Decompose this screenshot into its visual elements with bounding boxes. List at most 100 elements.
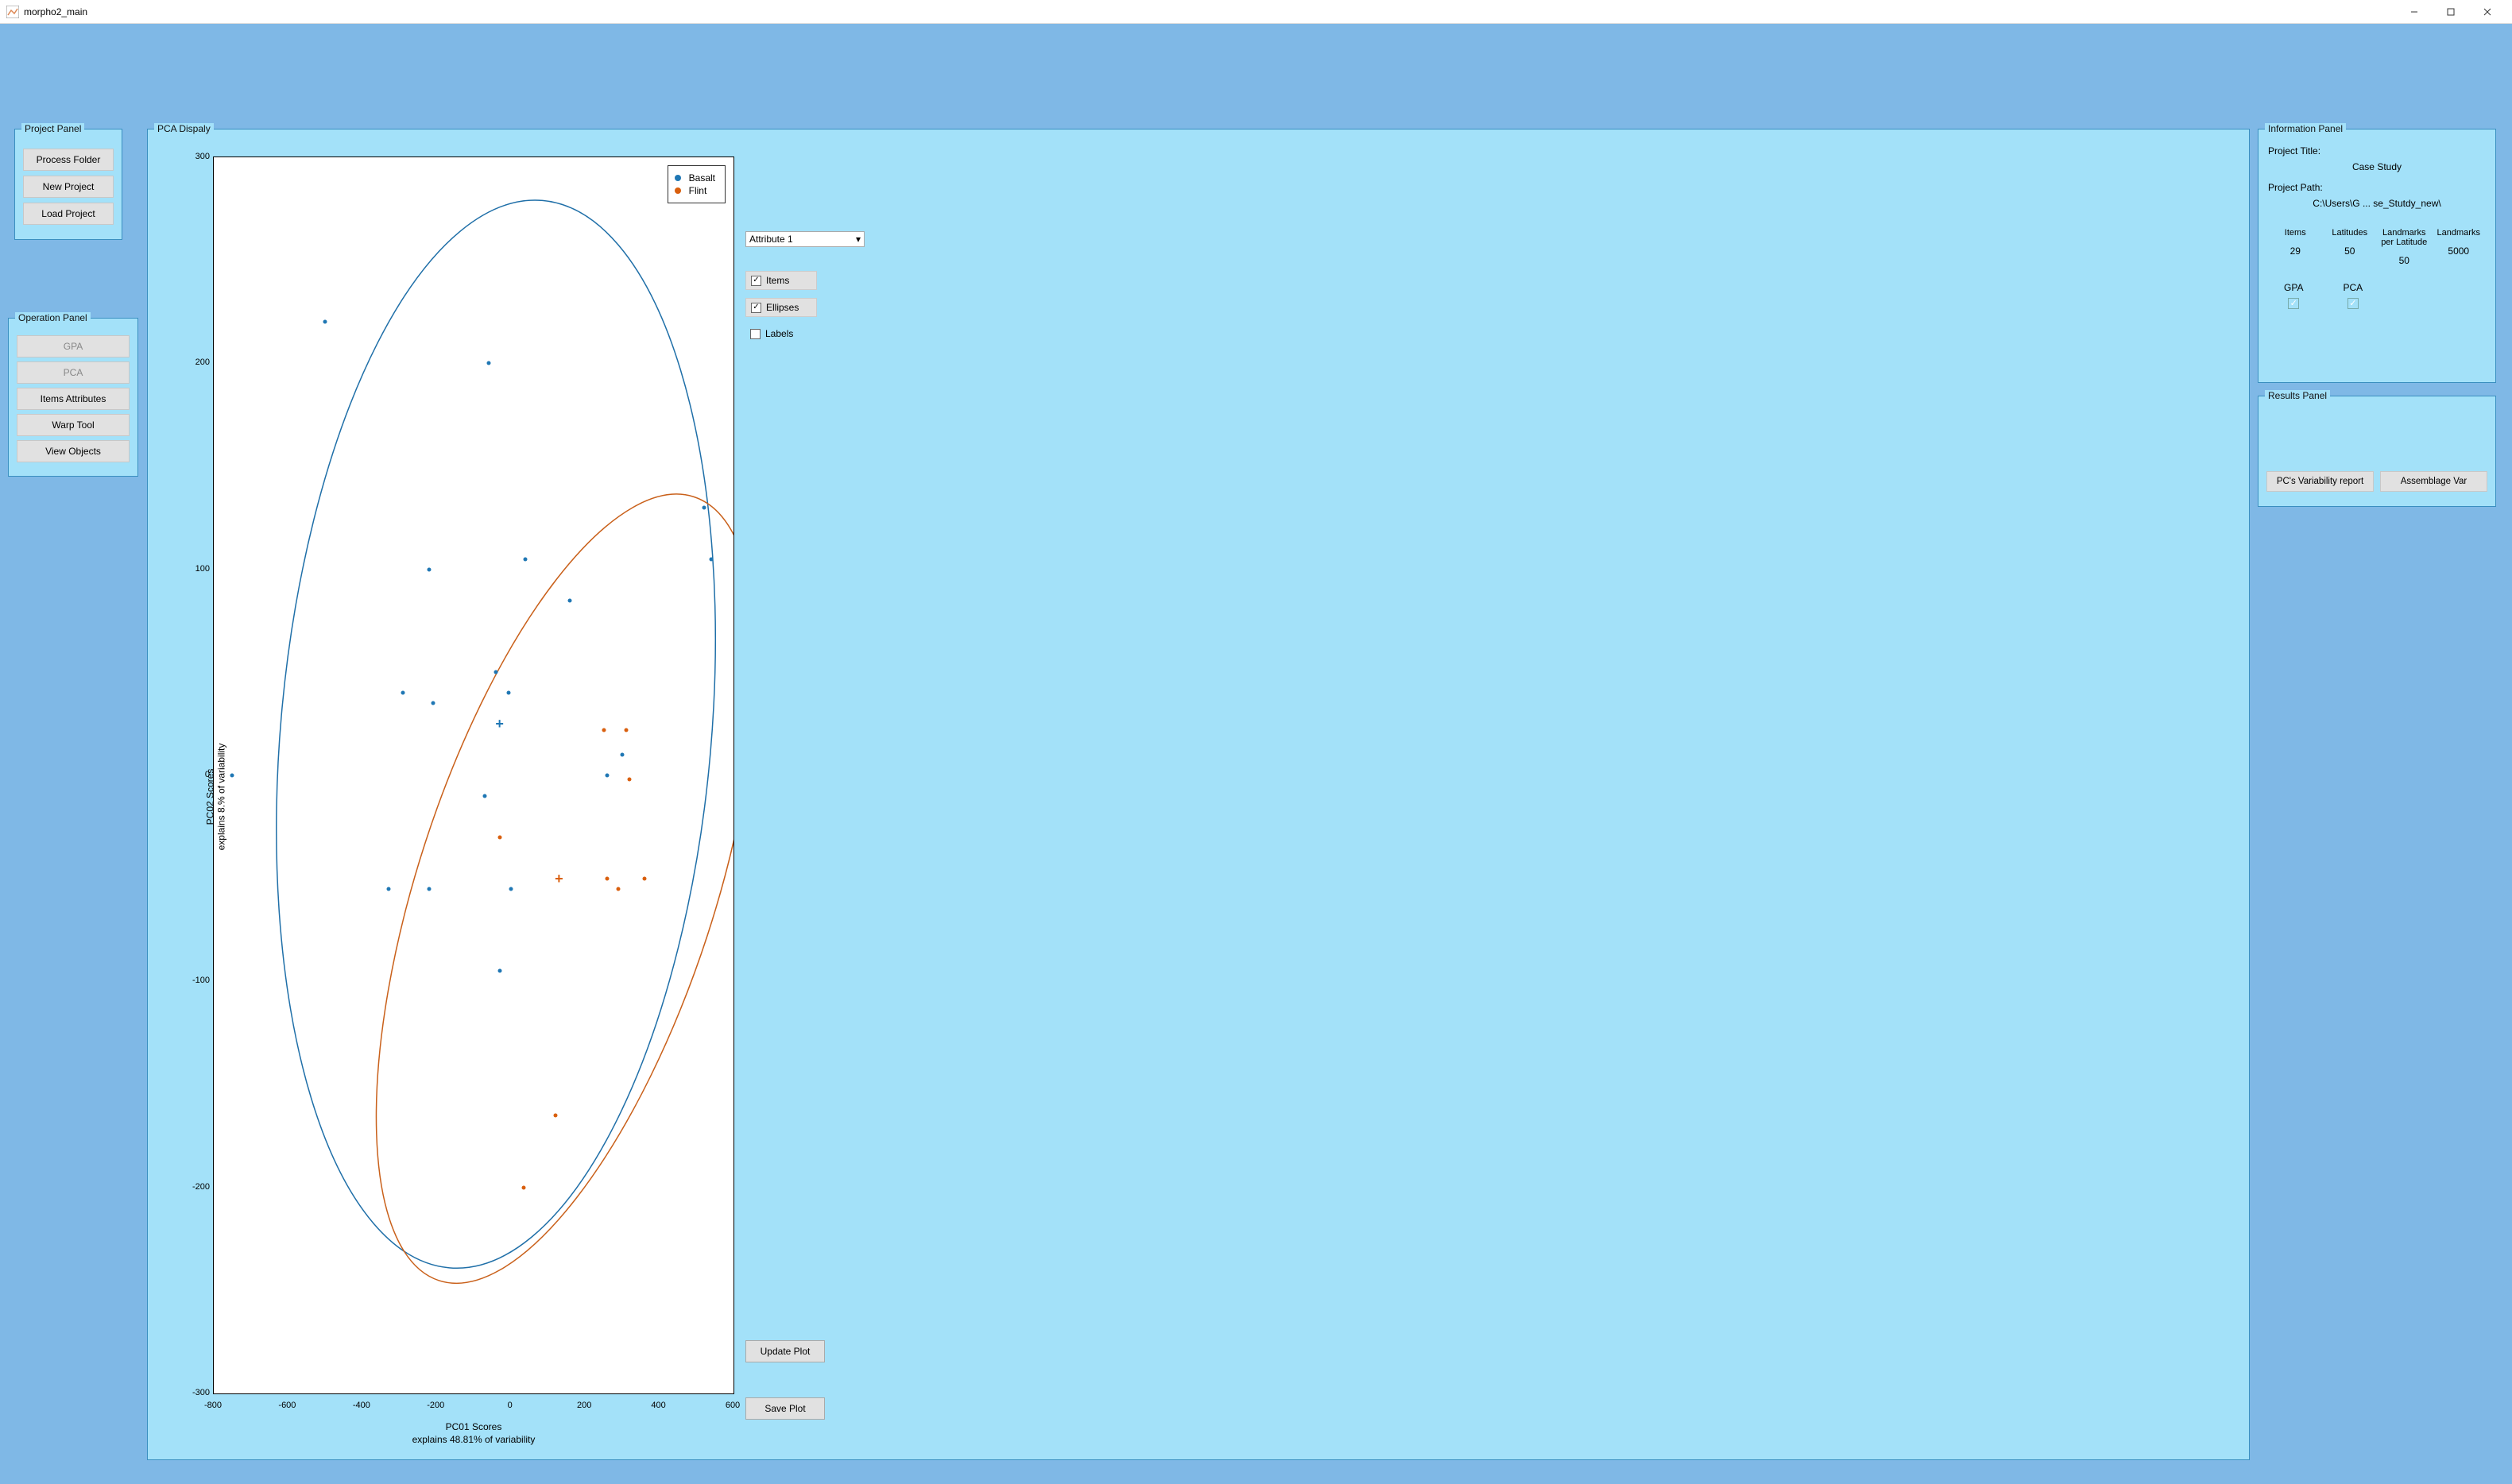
pca-chart: Basalt Flint ++ PC02 Scores explains 8.%…: [157, 144, 737, 1450]
landmarks-header: Landmarks: [2432, 228, 2487, 238]
data-point: [624, 728, 628, 732]
data-point: [507, 691, 511, 695]
new-project-button[interactable]: New Project: [23, 176, 114, 198]
warp-tool-button[interactable]: Warp Tool: [17, 414, 130, 436]
attribute-dropdown[interactable]: Attribute 1 ▾: [745, 231, 865, 247]
info-stats-table: Items 29 Latitudes 50 Landmarks per Lati…: [2268, 228, 2486, 266]
check-icon: ✓: [2348, 298, 2359, 309]
y-tick: -300: [192, 1388, 210, 1397]
information-panel-legend: Information Panel: [2265, 123, 2346, 134]
data-point: [617, 887, 621, 891]
data-point: [524, 557, 528, 561]
results-panel: Results Panel PC's Variability report As…: [2258, 396, 2496, 507]
lpl-value: 50: [2377, 255, 2432, 266]
operation-panel-legend: Operation Panel: [15, 312, 91, 323]
latitudes-header: Latitudes: [2323, 228, 2378, 238]
data-point: [494, 671, 498, 674]
data-point: [230, 774, 234, 778]
legend-dot-basalt: [675, 175, 681, 181]
close-button[interactable]: [2469, 0, 2506, 24]
data-point: [427, 567, 431, 571]
checkbox-icon: ✓: [751, 276, 761, 286]
y-tick: 200: [192, 357, 210, 367]
data-point: [483, 794, 487, 798]
minimize-button[interactable]: [2396, 0, 2433, 24]
centroid-marker: +: [495, 717, 504, 731]
x-tick: -800: [204, 1401, 222, 1410]
legend-label-flint: Flint: [689, 185, 707, 196]
app-canvas: Project Panel Process Folder New Project…: [0, 24, 2512, 1484]
window-titlebar: morpho2_main: [0, 0, 2512, 24]
data-point: [568, 598, 572, 602]
window-title: morpho2_main: [24, 6, 87, 17]
y-tick: 0: [192, 770, 210, 779]
y-tick: -100: [192, 976, 210, 985]
pca-display-legend: PCA Dispaly: [154, 123, 214, 134]
data-point: [497, 969, 501, 973]
update-plot-button[interactable]: Update Plot: [745, 1340, 825, 1362]
project-title-value: Case Study: [2268, 161, 2486, 172]
x-tick: -400: [353, 1401, 370, 1410]
data-point: [386, 887, 390, 891]
x-tick: 0: [508, 1401, 513, 1410]
data-point: [709, 557, 713, 561]
legend-row-flint: Flint: [675, 185, 715, 196]
chevron-down-icon: ▾: [856, 234, 861, 245]
checkbox-icon: [750, 329, 761, 339]
process-folder-button[interactable]: Process Folder: [23, 149, 114, 171]
y-axis-label: PC02 Scores explains 8.% of variability: [204, 744, 226, 851]
data-point: [522, 1185, 526, 1189]
analysis-status-row: GPA ✓ PCA ✓: [2268, 282, 2486, 309]
project-panel: Project Panel Process Folder New Project…: [14, 129, 122, 240]
data-point: [497, 835, 501, 839]
labels-checkbox[interactable]: Labels: [745, 325, 817, 342]
gpa-status: GPA ✓: [2284, 282, 2303, 309]
legend-dot-flint: [675, 187, 681, 194]
latitudes-value: 50: [2323, 245, 2378, 257]
save-plot-button[interactable]: Save Plot: [745, 1397, 825, 1420]
maximize-button[interactable]: [2433, 0, 2469, 24]
load-project-button[interactable]: Load Project: [23, 203, 114, 225]
pca-display-panel: PCA Dispaly Basalt Flint ++: [147, 129, 2250, 1460]
x-tick: -600: [278, 1401, 296, 1410]
data-point: [620, 753, 624, 757]
lpl-header: Landmarks per Latitude: [2377, 228, 2432, 247]
pcs-variability-button[interactable]: PC's Variability report: [2266, 471, 2374, 492]
data-point: [628, 778, 632, 782]
data-point: [323, 320, 327, 324]
view-objects-button[interactable]: View Objects: [17, 440, 130, 462]
project-path-value: C:\Users\G ... se_Stutdy_new\: [2268, 198, 2486, 209]
data-point: [606, 876, 610, 880]
data-point: [602, 728, 606, 732]
data-point: [509, 887, 513, 891]
chart-legend: Basalt Flint: [668, 165, 726, 203]
gpa-button[interactable]: GPA: [17, 335, 130, 357]
x-tick: -200: [427, 1401, 444, 1410]
y-tick: 300: [192, 152, 210, 161]
operation-panel: Operation Panel GPA PCA Items Attributes…: [8, 318, 138, 477]
items-attributes-button[interactable]: Items Attributes: [17, 388, 130, 410]
data-point: [702, 505, 706, 509]
landmarks-value: 5000: [2432, 245, 2487, 257]
results-panel-legend: Results Panel: [2265, 390, 2330, 401]
pca-status: PCA ✓: [2343, 282, 2363, 309]
legend-row-basalt: Basalt: [675, 172, 715, 184]
assemblage-var-button[interactable]: Assemblage Var: [2380, 471, 2487, 492]
items-value: 29: [2268, 245, 2323, 257]
y-tick: 100: [192, 564, 210, 574]
information-panel: Information Panel Project Title: Case St…: [2258, 129, 2496, 383]
x-axis-label: PC01 Scores explains 48.81% of variabili…: [213, 1421, 734, 1445]
x-tick: 400: [651, 1401, 665, 1410]
items-checkbox[interactable]: ✓ Items: [745, 271, 817, 290]
data-point: [431, 701, 435, 705]
pca-button[interactable]: PCA: [17, 361, 130, 384]
ellipses-checkbox[interactable]: ✓ Ellipses: [745, 298, 817, 317]
project-path-label: Project Path:: [2268, 182, 2486, 193]
project-title-label: Project Title:: [2268, 145, 2486, 157]
app-icon: [6, 6, 19, 18]
legend-label-basalt: Basalt: [689, 172, 715, 184]
data-point: [486, 361, 490, 365]
checkbox-icon: ✓: [751, 303, 761, 313]
check-icon: ✓: [2288, 298, 2299, 309]
pca-controls: Attribute 1 ▾ ✓ Items ✓ Ellipses Labels …: [737, 144, 2239, 1450]
